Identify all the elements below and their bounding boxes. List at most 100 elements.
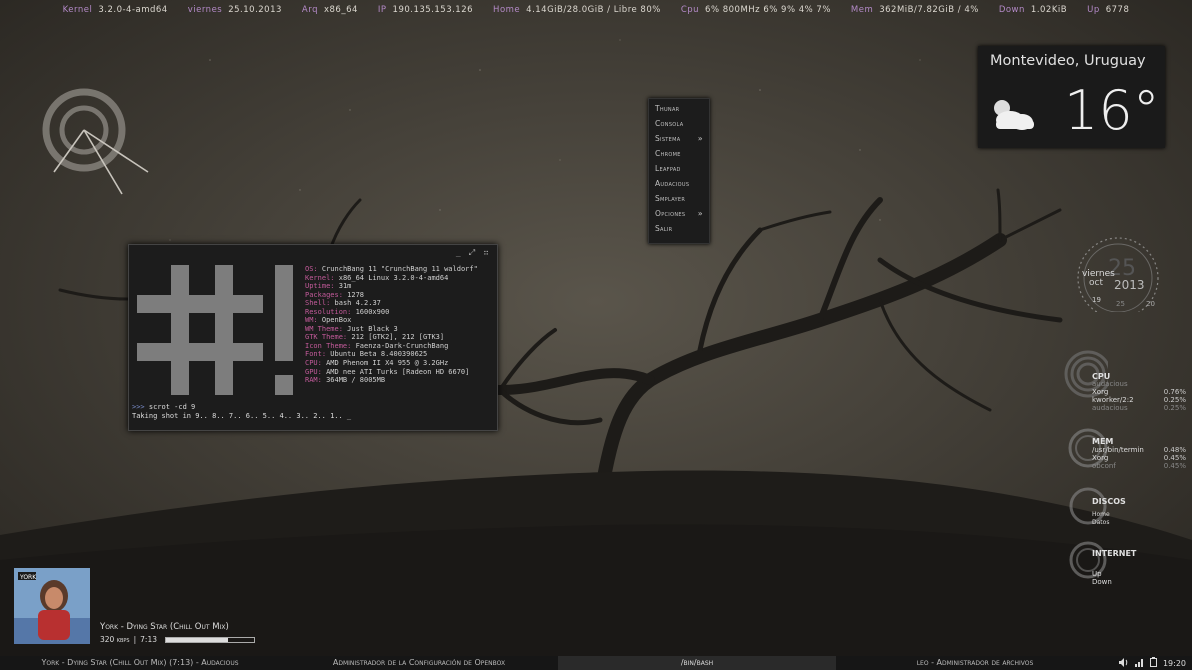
clock-minute: 20 <box>1146 300 1155 308</box>
screenfetch-value: Faenza-Dark-CrunchBang <box>351 341 449 350</box>
terminal-window[interactable]: _ ⤢ ⠶ OS: CrunchBang 11 "CrunchBang 11 w… <box>128 244 498 431</box>
weather-city: Montevideo, Uruguay <box>990 53 1146 69</box>
info-viernes: viernes 25.10.2013 <box>188 5 282 15</box>
screenfetch-line: GTK Theme: 212 [GTK2], 212 [GTK3] <box>305 333 478 342</box>
screenfetch-key: Kernel: <box>305 273 335 282</box>
screenfetch-key: CPU: <box>305 359 322 368</box>
discos-row: Home <box>1092 511 1186 519</box>
info-home: Home 4.14GiB/28.0GiB / Libre 80% <box>493 5 661 15</box>
screenfetch-value: 1600x900 <box>351 307 390 316</box>
info-key: Down <box>998 5 1025 15</box>
menu-item-salir[interactable]: Salir <box>649 221 709 236</box>
screenfetch-line: Icon Theme: Faenza-Dark-CrunchBang <box>305 342 478 351</box>
maximize-button[interactable]: ⤢ <box>469 248 475 258</box>
disks-list: Home Datos <box>1092 511 1186 527</box>
clock-day-num: 25 <box>1116 300 1125 308</box>
info-value: x86_64 <box>323 5 358 15</box>
info-key: IP <box>377 5 387 15</box>
weather-temperature: 16° <box>1064 79 1160 142</box>
cpu-row: audacious <box>1092 380 1186 388</box>
task-openbox-config[interactable]: Administrador de la Configuración de Ope… <box>280 656 558 670</box>
info-key: Arq <box>301 5 318 15</box>
menu-item-leafpad[interactable]: Leafpad <box>649 161 709 176</box>
row-value: 0.45% <box>1163 462 1186 470</box>
screenfetch-line: OS: CrunchBang 11 "CrunchBang 11 waldorf… <box>305 265 478 274</box>
screenfetch-line: Kernel: x86_64 Linux 3.2.0-4-amd64 <box>305 274 478 283</box>
task-file-manager[interactable]: leo - Administrador de archivos <box>836 656 1114 670</box>
screenfetch-line: Packages: 1278 <box>305 291 478 300</box>
submenu-arrow-icon: » <box>697 209 703 218</box>
submenu-arrow-icon: » <box>697 134 703 143</box>
screenfetch-line: CPU: AMD Phenom II X4 955 @ 3.2GHz <box>305 359 478 368</box>
openbox-root-menu: Thunar Consola Sistema» Chrome Leafpad A… <box>648 98 710 244</box>
screenfetch-line: Uptime: 31m <box>305 282 478 291</box>
task-bash[interactable]: /bin/bash <box>558 656 836 670</box>
cpu-gauge: CPU audacious Xorg 0.76% kworker/2:2 0.25% au… <box>1064 350 1186 412</box>
disks-title: DISCOS <box>1092 497 1126 506</box>
menu-item-smplayer[interactable]: Smplayer <box>649 191 709 206</box>
system-info-bar: Kernel 3.2.0-4-amd64 viernes 25.10.2013 Arq x… <box>0 0 1192 20</box>
row-value: 0.76% <box>1163 388 1186 396</box>
screenfetch-value: 364MB / 8005MB <box>321 376 386 385</box>
info-ip: IP 190.135.153.126 <box>378 5 473 15</box>
mem-row: obconf 0.45% <box>1092 462 1186 470</box>
menu-item-audacious[interactable]: Audacious <box>649 176 709 191</box>
internet-row: Down <box>1092 578 1186 586</box>
row-value: 0.25% <box>1163 404 1186 412</box>
disks-gauge: DISCOS Home Datos <box>1064 486 1184 526</box>
cloudy-sun-icon <box>994 100 1034 130</box>
screenfetch-line: Font: Ubuntu Beta 8.400390625 <box>305 350 478 359</box>
screenfetch-key: GTK Theme: <box>305 333 348 342</box>
row-name: Xorg <box>1092 388 1109 396</box>
screenfetch-line: RAM: 364MB / 8005MB <box>305 376 478 385</box>
taskbar: York - Dying Star (Chill Out Mix) (7:13)… <box>0 656 1192 670</box>
info-key: Home <box>493 5 521 15</box>
row-name: audacious <box>1092 404 1128 412</box>
screenfetch-line: WM Theme: Just Black 3 <box>305 325 478 334</box>
menu-item-opciones[interactable]: Opciones» <box>649 206 709 221</box>
network-gauge: INTERNET Up Down <box>1064 540 1184 590</box>
menu-item-sistema[interactable]: Sistema» <box>649 131 709 146</box>
network-title: INTERNET <box>1092 549 1137 558</box>
mem-row: Xorg 0.45% <box>1092 454 1186 462</box>
screenfetch-value: AMD nee ATI Turks [Radeon HD 6670] <box>321 367 470 376</box>
screenfetch-key: Shell: <box>305 299 331 308</box>
row-name: Up <box>1092 570 1102 578</box>
row-name: Home <box>1092 511 1110 518</box>
row-name: Datos <box>1092 519 1110 526</box>
menu-item-consola[interactable]: Consola <box>649 116 709 131</box>
row-name: obconf <box>1092 462 1116 470</box>
screenfetch-value: bash 4.2.37 <box>330 299 381 308</box>
menu-item-thunar[interactable]: Thunar <box>649 101 709 116</box>
info-value: 362MiB/7.82GiB / 4% <box>879 5 979 15</box>
info-kernel: Kernel 3.2.0-4-amd64 <box>63 5 168 15</box>
terminal-prompt[interactable]: >>> scrot -cd 9 Taking shot in 9.. 8.. 7… <box>132 403 351 421</box>
screenfetch-key: RAM: <box>305 376 322 385</box>
info-value: 3.2.0-4-amd64 <box>98 5 168 15</box>
row-value: 0.48% <box>1163 446 1186 454</box>
info-cpu: Cpu 6% 800MHz 6% 9% 4% 7% <box>681 5 831 15</box>
close-button[interactable]: ⠶ <box>483 248 489 258</box>
minimize-button[interactable]: _ <box>456 248 461 258</box>
info-value: 6% 800MHz 6% 9% 4% 7% <box>705 5 831 15</box>
screenfetch-value: Ubuntu Beta 8.400390625 <box>326 350 428 359</box>
battery-icon[interactable] <box>1149 657 1157 669</box>
task-audacious[interactable]: York - Dying Star (Chill Out Mix) (7:13)… <box>0 656 280 670</box>
volume-icon[interactable] <box>1118 657 1129 669</box>
cpu-row: Xorg 0.76% <box>1092 388 1186 396</box>
info-key: Mem <box>850 5 874 15</box>
radar-clock-widget <box>42 88 149 195</box>
discos-row: Datos <box>1092 519 1186 527</box>
screenfetch-value: CrunchBang 11 "CrunchBang 11 waldorf" <box>317 265 478 273</box>
info-arq: Arq x86_64 <box>302 5 358 15</box>
info-key: Cpu <box>680 5 700 15</box>
internet-row: Up <box>1092 570 1186 578</box>
song-progress-bar[interactable] <box>164 636 255 643</box>
tray-clock[interactable]: 19:20 <box>1163 659 1186 668</box>
info-key: viernes <box>187 5 223 15</box>
menu-item-chrome[interactable]: Chrome <box>649 146 709 161</box>
screenfetch-line: WM: OpenBox <box>305 316 478 325</box>
network-icon[interactable] <box>1134 658 1144 669</box>
cpu-row: kworker/2:2 0.25% <box>1092 396 1186 404</box>
screenfetch-value: Just Black 3 <box>342 324 398 333</box>
